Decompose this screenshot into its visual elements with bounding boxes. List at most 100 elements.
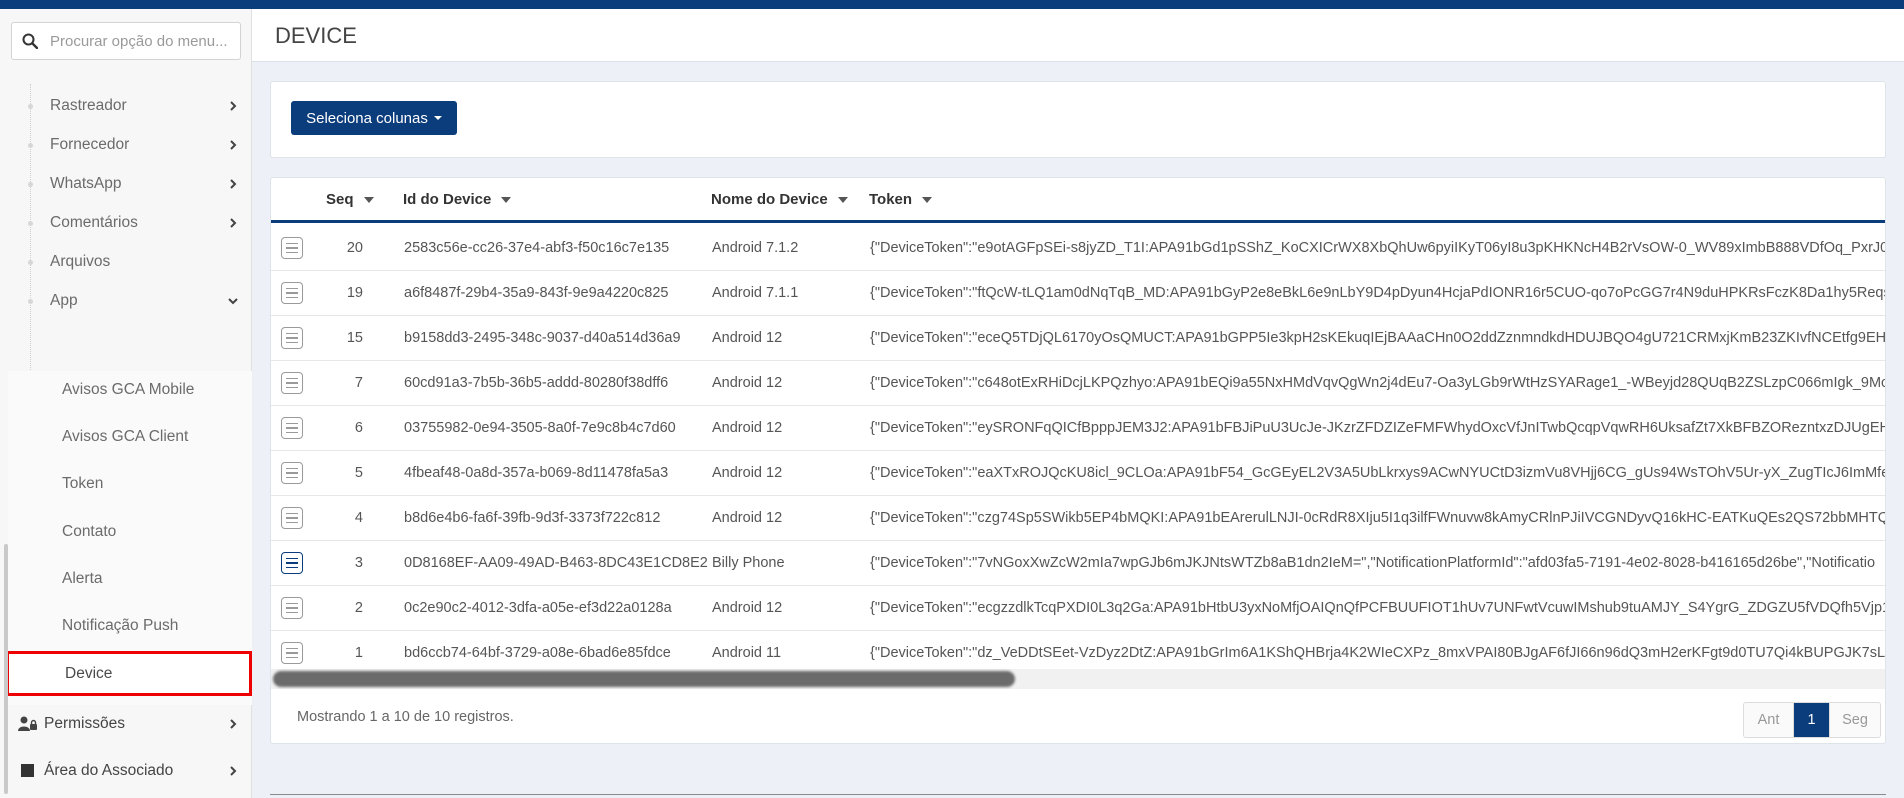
sidebar-subitem-token[interactable]: Token: [0, 464, 252, 504]
cell-seq: 19: [346, 285, 363, 301]
row-detail-icon[interactable]: [281, 417, 303, 439]
cell-seq: 1: [354, 645, 363, 661]
search-input[interactable]: [50, 32, 230, 50]
select-columns-button[interactable]: Seleciona colunas: [291, 101, 457, 135]
sort-caret-icon: [837, 196, 848, 203]
table-row[interactable]: 5 4fbeaf48-0a8d-357a-b069-8d11478fa5a3 And…: [271, 451, 1885, 496]
search-icon: [22, 33, 38, 49]
table-row[interactable]: 19 a6f8487f-29b4-35a9-843f-9e9a4220c825 An…: [271, 271, 1885, 316]
cell-device-name: Android 7.1.1: [712, 285, 799, 301]
square-icon: [21, 764, 34, 777]
cell-token: {"DeviceToken":"ecgzzdlkTcqPXDI0L3q2Ga:A…: [870, 600, 1886, 616]
bullet-icon: [28, 298, 33, 304]
sidebar-item-app[interactable]: App: [0, 281, 252, 321]
column-label: Token: [869, 191, 913, 208]
sidebar-subitem-avisos-gca-client[interactable]: Avisos GCA Client: [0, 417, 252, 457]
sidebar-subitem-alerta[interactable]: Alerta: [0, 559, 252, 599]
horizontal-scrollbar-thumb[interactable]: [273, 671, 1015, 687]
cell-device-id: a6f8487f-29b4-35a9-843f-9e9a4220c825: [404, 285, 669, 301]
table-row[interactable]: 4 b8d6e4b6-fa6f-39fb-9d3f-3373f722c812 And…: [271, 496, 1886, 541]
menu-search[interactable]: [11, 22, 241, 60]
column-header-token[interactable]: Token: [869, 191, 933, 208]
bullet-icon: [28, 220, 33, 226]
cell-device-name: Android 12: [712, 375, 783, 391]
device-table: Seq Id do Device Nome do Device Token 20…: [270, 177, 1886, 744]
column-label: Nome do Device: [711, 191, 828, 208]
cell-seq: 15: [346, 330, 363, 346]
table-row[interactable]: 15 b9158dd3-2495-348c-9037-d40a514d36a9 An…: [271, 316, 1886, 361]
cell-seq: 20: [346, 240, 363, 256]
sidebar-subitem-avisos-gca-mobile[interactable]: Avisos GCA Mobile: [0, 370, 252, 410]
prev-page-button[interactable]: Ant: [1744, 703, 1794, 737]
cell-token: {"DeviceToken":"e9otAGFpSEi-s8jyZD_T1I:A…: [870, 240, 1886, 256]
chevron-right-icon: [230, 719, 237, 729]
sidebar-subitem-label: Avisos GCA Mobile: [62, 381, 195, 398]
cell-seq: 5: [354, 465, 363, 481]
cell-device-name: Android 11: [712, 645, 782, 661]
cell-token: {"DeviceToken":"czg74Sp5SWikb5EP4bMQKI:A…: [870, 510, 1886, 526]
content-divider: [270, 794, 1886, 795]
row-detail-icon[interactable]: [281, 552, 303, 574]
chevron-right-icon: [230, 179, 237, 189]
sidebar-subitem-label: Notificação Push: [62, 617, 179, 634]
sidebar-item-arquivos[interactable]: Arquivos: [0, 242, 252, 282]
cell-device-id: 2583c56e-cc26-37e4-abf3-f50c16c7e135: [404, 240, 670, 256]
sidebar-item-area-do-associado[interactable]: Área do Associado: [0, 749, 252, 793]
sidebar-subitem-contato[interactable]: Contato: [0, 512, 252, 552]
sidebar-subitem-label: Avisos GCA Client: [62, 428, 189, 445]
row-detail-icon[interactable]: [281, 462, 303, 484]
cell-seq: 7: [354, 375, 363, 391]
sidebar-subitem-notificacao-push[interactable]: Notificação Push: [0, 606, 252, 646]
table-row[interactable]: 3 0D8168EF-AA09-49AD-B463-8DC43E1CD8E2 Bil…: [271, 541, 1885, 586]
row-detail-icon[interactable]: [281, 327, 303, 349]
sidebar-item-whatsapp[interactable]: WhatsApp: [0, 164, 252, 204]
sidebar-item-fornecedor[interactable]: Fornecedor: [0, 125, 252, 165]
column-label: Seq: [326, 191, 354, 208]
sidebar: Rastreador Fornecedor WhatsApp Comentári…: [0, 9, 252, 798]
sidebar-item-rastreador[interactable]: Rastreador: [0, 86, 252, 126]
row-detail-icon[interactable]: [281, 282, 303, 304]
sidebar-item-label: Comentários: [50, 214, 138, 231]
top-bar: [0, 0, 1904, 9]
chevron-right-icon: [230, 140, 237, 150]
row-detail-icon[interactable]: [281, 237, 303, 259]
sidebar-item-label: Permissões: [44, 715, 125, 732]
sidebar-subitem-label: Contato: [62, 523, 117, 540]
sidebar-item-label: WhatsApp: [50, 175, 122, 192]
page-header: DEVICE: [252, 9, 1904, 62]
cell-device-name: Android 12: [712, 465, 783, 481]
users-lock-icon: [18, 716, 37, 731]
sort-caret-icon: [363, 196, 374, 203]
cell-token: {"DeviceToken":"7vNGoxXwZcW2mIa7wpGJb6mJ…: [870, 555, 1876, 571]
cell-device-id: bd6ccb74-64bf-3729-a08e-6bad6e85fdce: [404, 645, 671, 661]
page-1-button[interactable]: 1: [1794, 703, 1830, 737]
row-detail-icon[interactable]: [281, 642, 303, 664]
sort-caret-icon: [501, 196, 512, 203]
next-page-button[interactable]: Seg: [1830, 703, 1880, 737]
column-header-seq[interactable]: Seq: [326, 191, 374, 208]
sidebar-subitem-device[interactable]: Device: [6, 651, 252, 696]
row-detail-icon[interactable]: [281, 597, 303, 619]
bullet-icon: [28, 142, 33, 148]
table-row[interactable]: 7 60cd91a3-7b5b-36b5-addd-80280f38dff6 And…: [271, 361, 1885, 406]
sidebar-item-permissoes[interactable]: Permissões: [0, 702, 252, 746]
column-header-nome-device[interactable]: Nome do Device: [711, 191, 848, 208]
cell-token: {"DeviceToken":"eceQ5TDjQL6170yOsQMUCT:A…: [870, 330, 1886, 346]
table-row[interactable]: 6 03755982-0e94-3505-8a0f-7e9c8b4c7d60 And…: [271, 406, 1886, 451]
cell-device-name: Android 7.1.2: [712, 240, 799, 256]
sidebar-scrollbar[interactable]: [4, 544, 8, 794]
table-row[interactable]: 2 0c2e90c2-4012-3dfa-a05e-ef3d22a0128a And…: [271, 586, 1886, 631]
cell-device-id: 0D8168EF-AA09-49AD-B463-8DC43E1CD8E2: [404, 555, 708, 571]
row-detail-icon[interactable]: [281, 507, 303, 529]
column-header-id-device[interactable]: Id do Device: [403, 191, 512, 208]
table-header: Seq Id do Device Nome do Device Token: [271, 178, 1885, 223]
table-row[interactable]: 20 2583c56e-cc26-37e4-abf3-f50c16c7e135 An…: [271, 226, 1886, 271]
sidebar-subitem-label: Token: [62, 475, 104, 492]
chevron-right-icon: [230, 218, 237, 228]
sidebar-item-comentarios[interactable]: Comentários: [0, 203, 252, 243]
row-detail-icon[interactable]: [281, 372, 303, 394]
cell-device-id: b9158dd3-2495-348c-9037-d40a514d36a9: [404, 330, 681, 346]
cell-token: {"DeviceToken":"eySRONFqQICfBpppJEM3J2:A…: [870, 420, 1886, 436]
cell-device-name: Android 12: [712, 510, 783, 526]
cell-seq: 2: [354, 600, 363, 616]
